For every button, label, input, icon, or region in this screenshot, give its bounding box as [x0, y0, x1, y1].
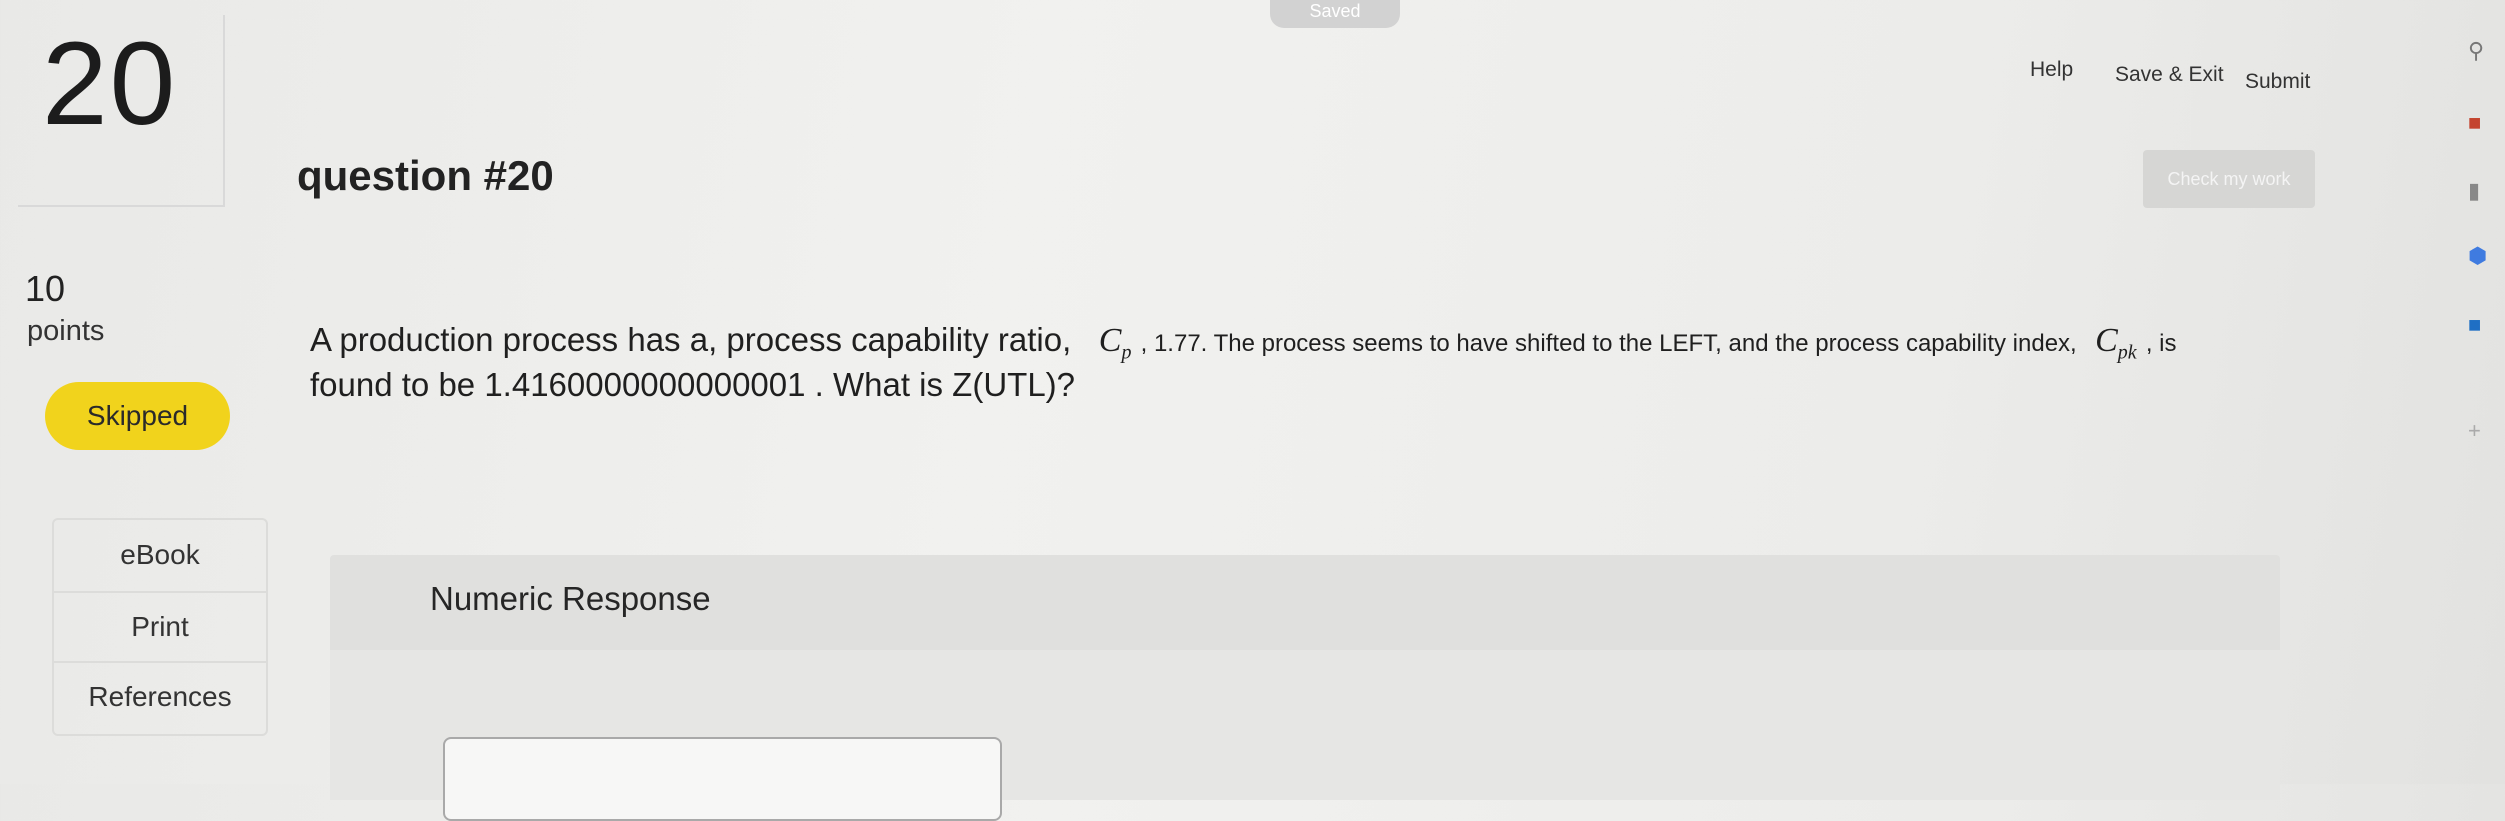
points-value: 10: [25, 268, 66, 309]
question-prompt: A production process has a, process capa…: [310, 320, 2310, 404]
print-link[interactable]: Print: [54, 592, 266, 662]
cp-symbol: C: [1098, 322, 1122, 359]
references-link[interactable]: References: [54, 662, 266, 732]
question-text-part-2: , 1.77. The process seems to have shifte…: [1140, 330, 2077, 357]
plus-icon[interactable]: +: [2468, 420, 2481, 442]
numeric-response-title: Numeric Response: [430, 580, 711, 617]
search-icon[interactable]: ⚲: [2468, 40, 2484, 62]
help-link[interactable]: Help: [2030, 58, 2073, 82]
points-label: points: [27, 315, 105, 347]
question-number: 20: [42, 18, 178, 150]
cp-subscript: p: [1121, 341, 1132, 364]
resource-links: eBook Print References: [52, 518, 268, 736]
cpk-symbol: C: [2095, 322, 2118, 359]
gift-icon[interactable]: ■: [2468, 112, 2481, 134]
answer-input[interactable]: [443, 737, 1002, 821]
check-my-work-button[interactable]: Check my work: [2143, 150, 2315, 208]
question-line-1: A production process has a, process capa…: [310, 320, 2310, 365]
submit-link[interactable]: Submit: [2245, 70, 2310, 94]
question-text-part-3: , is: [2145, 330, 2177, 357]
browser-right-rail: ⚲ ■ ▮ ⬢ ■ +: [2448, 0, 2505, 784]
chart-icon[interactable]: ▮: [2468, 180, 2480, 202]
question-line-2: found to be 1.4160000000000001 . What is…: [310, 365, 2310, 405]
outlook-icon[interactable]: ■: [2468, 314, 2481, 336]
skipped-status-badge: Skipped: [45, 382, 230, 450]
numeric-response-panel: Numeric Response: [330, 555, 2280, 821]
hexagon-icon[interactable]: ⬢: [2468, 245, 2487, 267]
saved-status: Saved: [1270, 0, 1400, 28]
save-exit-link[interactable]: Save & Exit: [2115, 63, 2224, 87]
question-text-part-4: found to be 1.4160000000000001 . What is…: [310, 365, 1076, 403]
ebook-link[interactable]: eBook: [54, 520, 266, 590]
cpk-subscript: pk: [2117, 341, 2137, 364]
question-text-part-1: A production process has a, process capa…: [310, 321, 1072, 358]
question-title: question #20: [297, 152, 554, 199]
